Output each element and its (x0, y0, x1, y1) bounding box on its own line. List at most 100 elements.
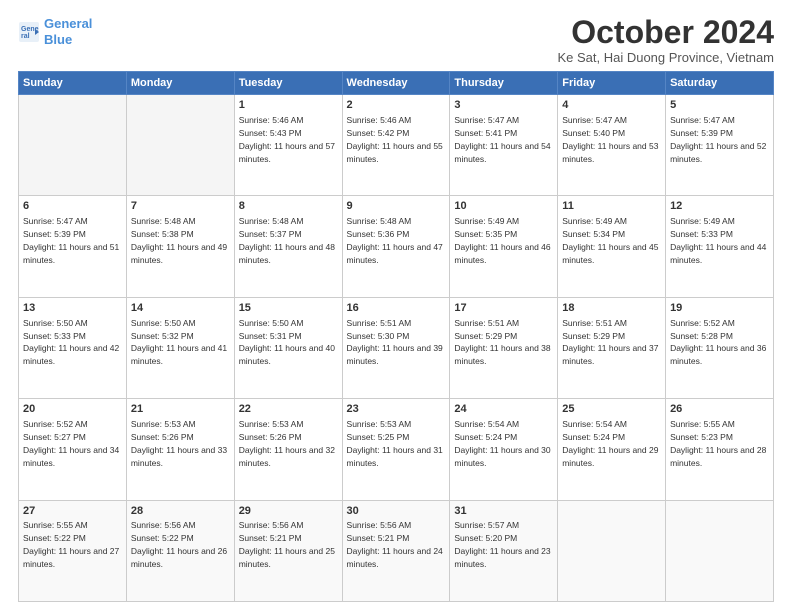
table-row: 15 Sunrise: 5:50 AMSunset: 5:31 PMDaylig… (234, 297, 342, 398)
day-info: Sunrise: 5:54 AMSunset: 5:24 PMDaylight:… (454, 419, 550, 468)
day-number: 2 (347, 98, 446, 113)
day-info: Sunrise: 5:56 AMSunset: 5:21 PMDaylight:… (239, 520, 335, 569)
day-number: 18 (562, 301, 661, 316)
calendar-table: Sunday Monday Tuesday Wednesday Thursday… (18, 71, 774, 602)
table-row: 14 Sunrise: 5:50 AMSunset: 5:32 PMDaylig… (126, 297, 234, 398)
day-number: 25 (562, 402, 661, 417)
table-row: 30 Sunrise: 5:56 AMSunset: 5:21 PMDaylig… (342, 500, 450, 601)
logo: Gene ral General Blue (18, 16, 92, 47)
subtitle: Ke Sat, Hai Duong Province, Vietnam (557, 50, 774, 65)
day-info: Sunrise: 5:48 AMSunset: 5:36 PMDaylight:… (347, 216, 443, 265)
day-info: Sunrise: 5:50 AMSunset: 5:32 PMDaylight:… (131, 318, 227, 367)
day-info: Sunrise: 5:49 AMSunset: 5:35 PMDaylight:… (454, 216, 550, 265)
table-row: 7 Sunrise: 5:48 AMSunset: 5:38 PMDayligh… (126, 196, 234, 297)
day-number: 17 (454, 301, 553, 316)
day-info: Sunrise: 5:55 AMSunset: 5:23 PMDaylight:… (670, 419, 766, 468)
calendar-week-2: 6 Sunrise: 5:47 AMSunset: 5:39 PMDayligh… (19, 196, 774, 297)
table-row: 31 Sunrise: 5:57 AMSunset: 5:20 PMDaylig… (450, 500, 558, 601)
table-row: 16 Sunrise: 5:51 AMSunset: 5:30 PMDaylig… (342, 297, 450, 398)
day-info: Sunrise: 5:47 AMSunset: 5:39 PMDaylight:… (23, 216, 119, 265)
day-info: Sunrise: 5:53 AMSunset: 5:25 PMDaylight:… (347, 419, 443, 468)
day-number: 3 (454, 98, 553, 113)
table-row: 21 Sunrise: 5:53 AMSunset: 5:26 PMDaylig… (126, 399, 234, 500)
table-row: 27 Sunrise: 5:55 AMSunset: 5:22 PMDaylig… (19, 500, 127, 601)
logo-text: General Blue (44, 16, 92, 47)
table-row (558, 500, 666, 601)
calendar-week-4: 20 Sunrise: 5:52 AMSunset: 5:27 PMDaylig… (19, 399, 774, 500)
col-tuesday: Tuesday (234, 72, 342, 95)
day-number: 10 (454, 199, 553, 214)
day-info: Sunrise: 5:53 AMSunset: 5:26 PMDaylight:… (239, 419, 335, 468)
day-number: 29 (239, 504, 338, 519)
day-number: 15 (239, 301, 338, 316)
col-friday: Friday (558, 72, 666, 95)
day-info: Sunrise: 5:51 AMSunset: 5:29 PMDaylight:… (454, 318, 550, 367)
table-row: 17 Sunrise: 5:51 AMSunset: 5:29 PMDaylig… (450, 297, 558, 398)
table-row: 20 Sunrise: 5:52 AMSunset: 5:27 PMDaylig… (19, 399, 127, 500)
col-wednesday: Wednesday (342, 72, 450, 95)
day-number: 21 (131, 402, 230, 417)
col-sunday: Sunday (19, 72, 127, 95)
day-info: Sunrise: 5:50 AMSunset: 5:31 PMDaylight:… (239, 318, 335, 367)
header: Gene ral General Blue October 2024 Ke Sa… (18, 16, 774, 65)
table-row: 4 Sunrise: 5:47 AMSunset: 5:40 PMDayligh… (558, 95, 666, 196)
day-number: 7 (131, 199, 230, 214)
day-number: 16 (347, 301, 446, 316)
day-number: 27 (23, 504, 122, 519)
table-row: 5 Sunrise: 5:47 AMSunset: 5:39 PMDayligh… (666, 95, 774, 196)
svg-text:ral: ral (21, 33, 30, 40)
page: Gene ral General Blue October 2024 Ke Sa… (0, 0, 792, 612)
table-row: 8 Sunrise: 5:48 AMSunset: 5:37 PMDayligh… (234, 196, 342, 297)
day-info: Sunrise: 5:54 AMSunset: 5:24 PMDaylight:… (562, 419, 658, 468)
day-number: 24 (454, 402, 553, 417)
table-row: 9 Sunrise: 5:48 AMSunset: 5:36 PMDayligh… (342, 196, 450, 297)
day-number: 9 (347, 199, 446, 214)
table-row: 13 Sunrise: 5:50 AMSunset: 5:33 PMDaylig… (19, 297, 127, 398)
table-row: 22 Sunrise: 5:53 AMSunset: 5:26 PMDaylig… (234, 399, 342, 500)
day-info: Sunrise: 5:47 AMSunset: 5:39 PMDaylight:… (670, 115, 766, 164)
day-info: Sunrise: 5:48 AMSunset: 5:38 PMDaylight:… (131, 216, 227, 265)
col-thursday: Thursday (450, 72, 558, 95)
day-info: Sunrise: 5:55 AMSunset: 5:22 PMDaylight:… (23, 520, 119, 569)
day-number: 13 (23, 301, 122, 316)
day-info: Sunrise: 5:51 AMSunset: 5:29 PMDaylight:… (562, 318, 658, 367)
day-info: Sunrise: 5:49 AMSunset: 5:33 PMDaylight:… (670, 216, 766, 265)
day-number: 11 (562, 199, 661, 214)
table-row: 18 Sunrise: 5:51 AMSunset: 5:29 PMDaylig… (558, 297, 666, 398)
day-info: Sunrise: 5:56 AMSunset: 5:22 PMDaylight:… (131, 520, 227, 569)
calendar-week-3: 13 Sunrise: 5:50 AMSunset: 5:33 PMDaylig… (19, 297, 774, 398)
day-number: 8 (239, 199, 338, 214)
day-info: Sunrise: 5:52 AMSunset: 5:28 PMDaylight:… (670, 318, 766, 367)
table-row: 6 Sunrise: 5:47 AMSunset: 5:39 PMDayligh… (19, 196, 127, 297)
table-row (19, 95, 127, 196)
table-row: 10 Sunrise: 5:49 AMSunset: 5:35 PMDaylig… (450, 196, 558, 297)
table-row: 2 Sunrise: 5:46 AMSunset: 5:42 PMDayligh… (342, 95, 450, 196)
day-info: Sunrise: 5:53 AMSunset: 5:26 PMDaylight:… (131, 419, 227, 468)
day-info: Sunrise: 5:56 AMSunset: 5:21 PMDaylight:… (347, 520, 443, 569)
day-number: 28 (131, 504, 230, 519)
day-number: 6 (23, 199, 122, 214)
day-info: Sunrise: 5:57 AMSunset: 5:20 PMDaylight:… (454, 520, 550, 569)
day-info: Sunrise: 5:50 AMSunset: 5:33 PMDaylight:… (23, 318, 119, 367)
day-info: Sunrise: 5:47 AMSunset: 5:40 PMDaylight:… (562, 115, 658, 164)
calendar-week-5: 27 Sunrise: 5:55 AMSunset: 5:22 PMDaylig… (19, 500, 774, 601)
table-row: 3 Sunrise: 5:47 AMSunset: 5:41 PMDayligh… (450, 95, 558, 196)
day-number: 20 (23, 402, 122, 417)
table-row (666, 500, 774, 601)
logo-icon: Gene ral (18, 21, 40, 43)
day-info: Sunrise: 5:52 AMSunset: 5:27 PMDaylight:… (23, 419, 119, 468)
table-row: 23 Sunrise: 5:53 AMSunset: 5:25 PMDaylig… (342, 399, 450, 500)
day-number: 5 (670, 98, 769, 113)
title-area: October 2024 Ke Sat, Hai Duong Province,… (557, 16, 774, 65)
day-number: 19 (670, 301, 769, 316)
day-info: Sunrise: 5:46 AMSunset: 5:43 PMDaylight:… (239, 115, 335, 164)
day-number: 30 (347, 504, 446, 519)
day-info: Sunrise: 5:48 AMSunset: 5:37 PMDaylight:… (239, 216, 335, 265)
table-row (126, 95, 234, 196)
logo-line2: Blue (44, 32, 72, 47)
day-info: Sunrise: 5:51 AMSunset: 5:30 PMDaylight:… (347, 318, 443, 367)
day-number: 22 (239, 402, 338, 417)
table-row: 26 Sunrise: 5:55 AMSunset: 5:23 PMDaylig… (666, 399, 774, 500)
day-info: Sunrise: 5:47 AMSunset: 5:41 PMDaylight:… (454, 115, 550, 164)
col-monday: Monday (126, 72, 234, 95)
